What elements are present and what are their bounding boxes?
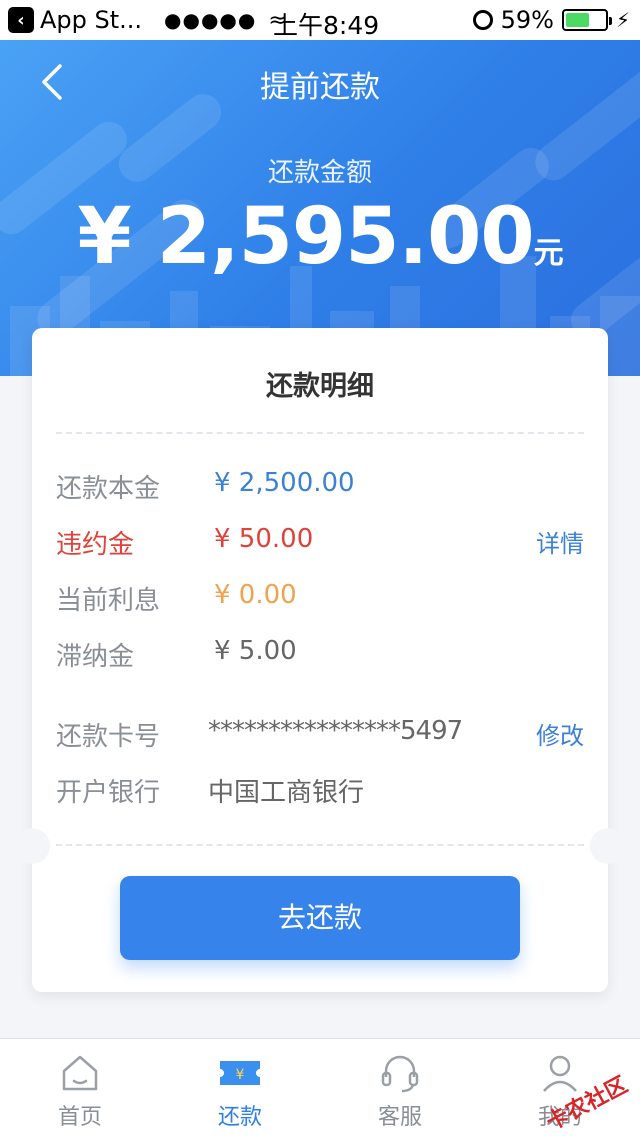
- row-label: 还款本金: [56, 474, 161, 504]
- pay-now-button[interactable]: 去还款: [120, 876, 520, 960]
- row-value: ¥ 0.00: [214, 580, 297, 610]
- amount-unit: 元: [533, 236, 564, 271]
- amount-label: 还款金额: [267, 158, 372, 188]
- bank-label: 开户银行: [56, 778, 161, 808]
- home-icon: [62, 1055, 98, 1091]
- row-value: ¥ 50.00: [214, 524, 314, 554]
- detail-row-interest: 当前利息 ¥ 0.00: [56, 580, 584, 620]
- amount-value: ¥ 2,595.00: [77, 192, 534, 282]
- repayment-amount: ¥ 2,595.00元: [0, 192, 640, 282]
- repayment-detail-card: 还款明细 还款本金 ¥ 2,500.00 违约金 ¥ 50.00 详情 当前利息…: [14, 328, 626, 992]
- header-banner: 提前还款 还款金额 ¥ 2,595.00元: [0, 40, 640, 376]
- change-card-link[interactable]: 修改: [536, 716, 584, 751]
- signal-icon: ●●●●●: [164, 8, 257, 32]
- detail-row-principal: 还款本金 ¥ 2,500.00: [56, 468, 584, 508]
- battery-percent: 59%: [500, 6, 554, 34]
- tab-label: 首页: [57, 1105, 102, 1130]
- back-app-label[interactable]: App St...: [40, 6, 142, 34]
- row-value: ¥ 2,500.00: [214, 468, 355, 498]
- ticket-icon: ¥: [220, 1061, 260, 1085]
- tab-repay[interactable]: ¥ 还款: [160, 1039, 320, 1136]
- card-notch-right: [590, 828, 626, 864]
- back-to-app-icon[interactable]: ‹: [8, 7, 34, 33]
- tab-label: 还款: [217, 1105, 262, 1130]
- card-notch-left: [14, 828, 50, 864]
- row-label: 当前利息: [56, 586, 161, 616]
- bottom-tab-bar: 首页 ¥ 还款 客服 我的 卡农社区: [0, 1038, 640, 1136]
- penalty-details-link[interactable]: 详情: [536, 524, 584, 559]
- card-title: 还款明细: [266, 371, 374, 402]
- row-label: 滞纳金: [56, 642, 135, 672]
- svg-text:¥: ¥: [236, 1067, 245, 1083]
- bank-value: 中国工商银行: [208, 778, 365, 808]
- clock: 上午8:49: [273, 11, 380, 40]
- card-number-label: 还款卡号: [56, 722, 161, 752]
- tab-home[interactable]: 首页: [0, 1039, 160, 1136]
- row-label: 违约金: [56, 530, 135, 560]
- divider: [56, 432, 584, 434]
- bank-row: 开户银行 中国工商银行: [56, 772, 584, 812]
- alarm-icon: [472, 10, 493, 30]
- tab-service[interactable]: 客服: [320, 1039, 480, 1136]
- divider: [56, 844, 584, 846]
- detail-row-penalty: 违约金 ¥ 50.00 详情: [56, 524, 584, 564]
- card-number-row: 还款卡号 ****************5497 修改: [56, 716, 584, 756]
- battery-icon: [561, 9, 612, 31]
- row-value: ¥ 5.00: [214, 636, 297, 666]
- charging-icon: ⚡: [615, 8, 630, 32]
- status-bar: ‹ App St... ●●●●● ≈ 上午8:49 59% ⚡: [0, 0, 640, 40]
- page-title: 提前还款: [260, 70, 380, 105]
- headset-icon: [381, 1055, 419, 1093]
- detail-row-late-fee: 滞纳金 ¥ 5.00: [56, 636, 584, 676]
- tab-label: 客服: [377, 1105, 422, 1130]
- card-number-value: ****************5497: [208, 716, 463, 746]
